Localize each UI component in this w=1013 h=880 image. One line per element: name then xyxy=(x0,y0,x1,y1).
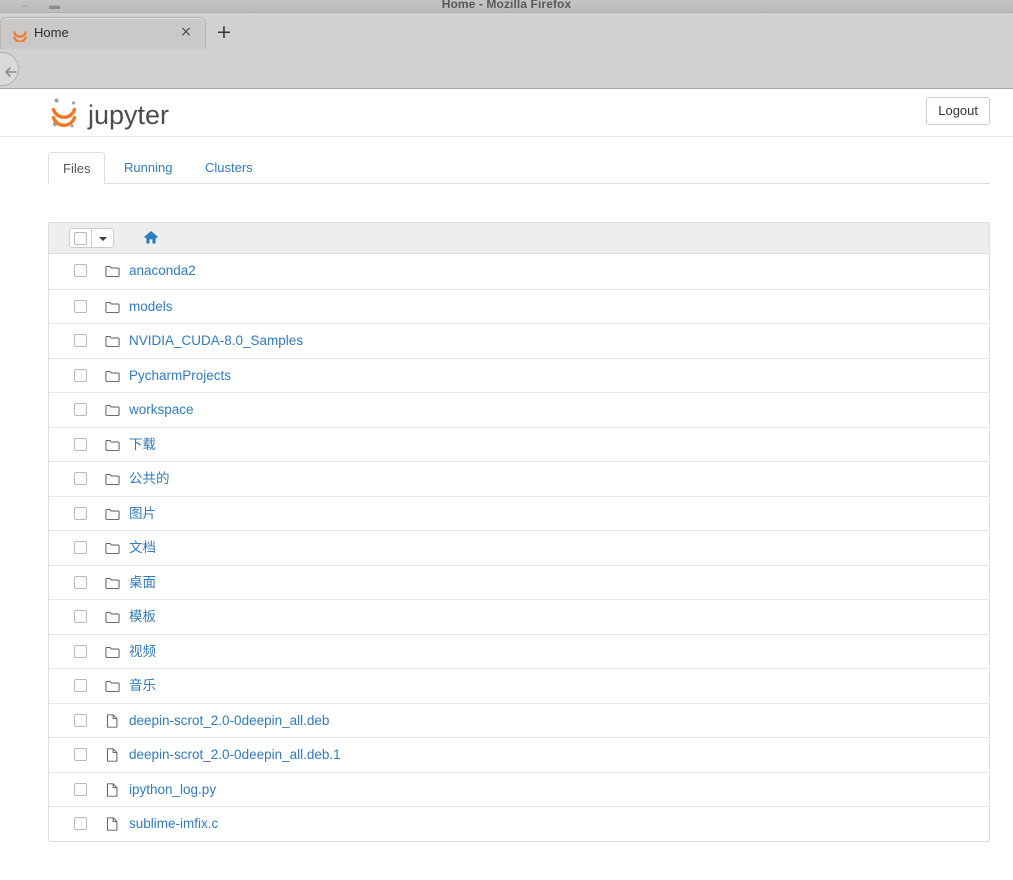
jupyter-tabs: Files Running Clusters xyxy=(48,152,990,184)
tab-running[interactable]: Running xyxy=(110,152,186,184)
table-row[interactable]: NVIDIA_CUDA-8.0_Samples xyxy=(49,323,989,358)
file-name-link[interactable]: 图片 xyxy=(129,505,156,523)
browser-navbar: localhost:8888/tree?token=b2a0921462550a… xyxy=(0,49,1013,131)
file-name-link[interactable]: anaconda2 xyxy=(129,262,196,280)
table-row[interactable]: 下载 xyxy=(49,426,989,462)
folder-icon xyxy=(105,368,120,384)
folder-icon xyxy=(105,402,120,418)
file-name-link[interactable]: 模板 xyxy=(129,608,156,626)
table-row[interactable]: 视频 xyxy=(49,633,989,669)
row-checkbox[interactable] xyxy=(74,679,87,692)
file-name-link[interactable]: 公共的 xyxy=(129,470,170,488)
browser-tabstrip: Home × + xyxy=(0,13,1013,49)
table-row[interactable]: deepin-scrot_2.0-0deepin_all.deb.1 xyxy=(49,737,989,772)
chevron-left-icon xyxy=(2,63,20,81)
row-checkbox[interactable] xyxy=(74,264,87,277)
table-row[interactable]: ipython_log.py xyxy=(49,771,989,807)
folder-icon xyxy=(105,678,120,694)
table-row[interactable]: 公共的 xyxy=(49,461,989,496)
breadcrumb[interactable] xyxy=(143,229,159,250)
file-icon xyxy=(105,747,120,763)
logout-button[interactable]: Logout xyxy=(926,97,990,125)
row-checkbox[interactable] xyxy=(74,575,87,589)
row-checkbox[interactable] xyxy=(74,334,87,347)
file-name-link[interactable]: 下载 xyxy=(129,436,156,454)
row-checkbox[interactable] xyxy=(74,437,87,451)
file-name-link[interactable]: PycharmProjects xyxy=(129,367,231,385)
file-name-link[interactable]: 文档 xyxy=(129,539,156,557)
browser-tab-label: Home xyxy=(34,25,69,40)
browser-tab-home[interactable]: Home × xyxy=(0,17,206,49)
row-checkbox[interactable] xyxy=(74,506,87,520)
table-row[interactable]: PycharmProjects xyxy=(49,357,989,393)
folder-icon xyxy=(105,471,120,487)
select-all-dropdown[interactable] xyxy=(91,228,114,248)
window-title: Home - Mozilla Firefox xyxy=(441,0,572,10)
row-checkbox[interactable] xyxy=(74,644,87,658)
file-name-link[interactable]: 视频 xyxy=(129,643,156,661)
file-name-link[interactable]: NVIDIA_CUDA-8.0_Samples xyxy=(129,332,303,350)
row-checkbox[interactable] xyxy=(74,299,87,313)
page-content: jupyter Logout Files Running Clusters Se… xyxy=(0,90,1013,880)
file-name-link[interactable]: deepin-scrot_2.0-0deepin_all.deb xyxy=(129,712,329,730)
select-all-checkbox[interactable] xyxy=(69,228,91,248)
folder-icon xyxy=(105,437,120,453)
file-rows-container: anaconda2 models NVIDIA_CUDA-8.0_Samples Py… xyxy=(49,254,989,841)
row-checkbox[interactable] xyxy=(74,782,87,796)
table-row[interactable]: workspace xyxy=(49,392,989,427)
folder-icon xyxy=(105,575,120,591)
table-row[interactable]: sublime-imfix.c xyxy=(49,806,989,841)
file-name-link[interactable]: models xyxy=(129,298,173,316)
home-folder-icon xyxy=(144,231,158,244)
row-checkbox[interactable] xyxy=(74,403,87,416)
folder-icon xyxy=(105,506,120,522)
close-icon[interactable]: × xyxy=(178,24,194,41)
row-checkbox[interactable] xyxy=(74,610,87,623)
table-row[interactable]: anaconda2 xyxy=(49,254,989,289)
table-row[interactable]: 图片 xyxy=(49,495,989,531)
file-name-link[interactable]: workspace xyxy=(129,401,194,419)
row-checkbox[interactable] xyxy=(74,472,87,485)
file-name-link[interactable]: 桌面 xyxy=(129,574,156,592)
table-row[interactable]: 模板 xyxy=(49,599,989,634)
row-checkbox[interactable] xyxy=(74,713,87,727)
folder-icon xyxy=(105,540,120,556)
tab-clusters[interactable]: Clusters xyxy=(191,152,267,184)
file-name-link[interactable]: sublime-imfix.c xyxy=(129,815,218,833)
row-checkbox[interactable] xyxy=(74,368,87,382)
chevron-down-icon xyxy=(99,237,107,241)
file-icon xyxy=(105,816,120,832)
window-minimize-button[interactable]: – xyxy=(18,1,31,12)
jupyter-logo-text: jupyter xyxy=(87,100,169,130)
folder-icon xyxy=(105,263,120,279)
table-row[interactable]: models xyxy=(49,288,989,324)
window-maximize-button[interactable]: ▬ xyxy=(48,1,61,12)
table-row[interactable]: 桌面 xyxy=(49,564,989,600)
file-icon xyxy=(105,782,120,798)
row-checkbox[interactable] xyxy=(74,541,87,554)
jupyter-logo[interactable]: jupyter xyxy=(48,95,208,138)
row-checkbox[interactable] xyxy=(74,748,87,761)
table-row[interactable]: 文档 xyxy=(49,530,989,565)
file-name-link[interactable]: 音乐 xyxy=(129,677,156,695)
row-checkbox[interactable] xyxy=(74,817,87,830)
file-name-link[interactable]: deepin-scrot_2.0-0deepin_all.deb.1 xyxy=(129,746,341,764)
file-list: anaconda2 models NVIDIA_CUDA-8.0_Samples Py… xyxy=(48,222,990,842)
folder-icon xyxy=(105,644,120,660)
tab-files[interactable]: Files xyxy=(48,152,106,184)
new-tab-button[interactable]: + xyxy=(213,22,235,44)
jupyter-favicon-icon xyxy=(12,26,28,43)
file-name-link[interactable]: ipython_log.py xyxy=(129,781,216,799)
file-list-header xyxy=(49,223,989,254)
folder-icon xyxy=(105,609,120,625)
folder-icon xyxy=(105,299,120,315)
window-titlebar: Home - Mozilla Firefox – ▬ xyxy=(0,0,1013,13)
table-row[interactable]: deepin-scrot_2.0-0deepin_all.deb xyxy=(49,702,989,738)
folder-icon xyxy=(105,333,120,349)
jupyter-header: jupyter Logout xyxy=(0,90,1013,137)
table-row[interactable]: 音乐 xyxy=(49,668,989,703)
back-button[interactable] xyxy=(0,52,19,86)
file-icon xyxy=(105,713,120,729)
